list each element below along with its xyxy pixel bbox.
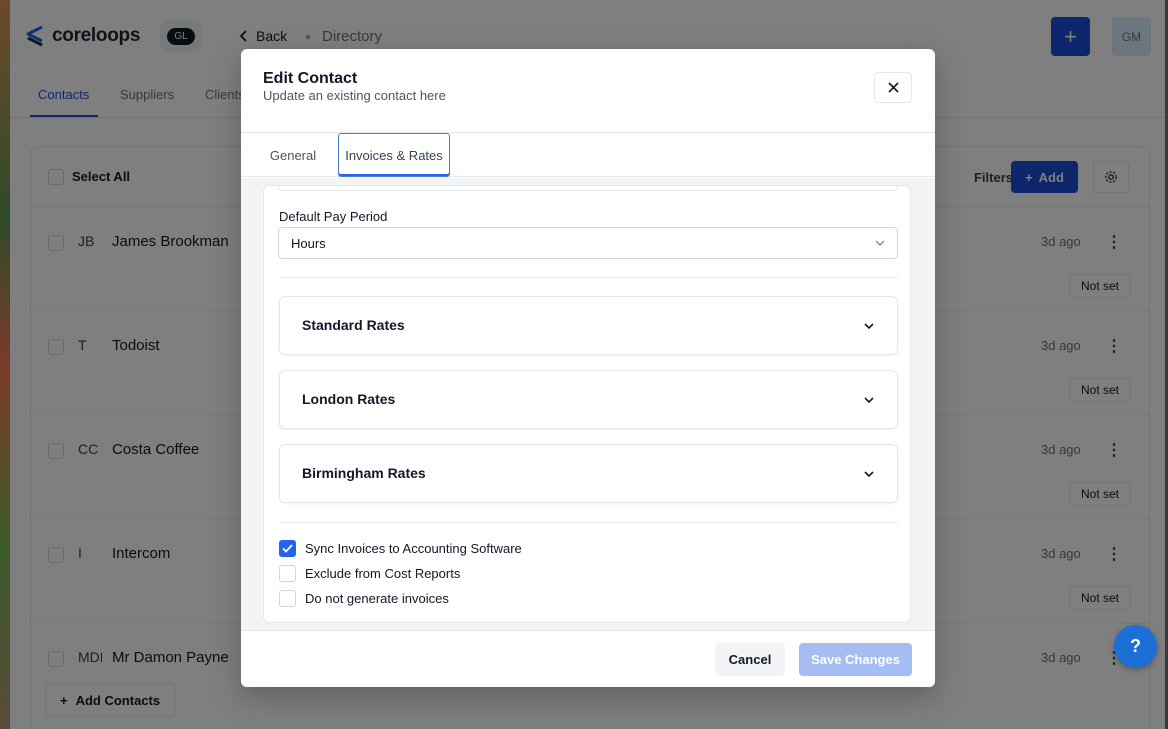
- edit-contact-dialog: Edit Contact Update an existing contact …: [241, 49, 935, 687]
- dialog-title: Edit Contact: [263, 70, 358, 87]
- divider: [279, 277, 898, 278]
- close-button[interactable]: [874, 72, 912, 103]
- tab-invoices-rates[interactable]: Invoices & Rates: [338, 133, 450, 177]
- option-label: Sync Invoices to Accounting Software: [305, 541, 522, 556]
- close-icon: [887, 82, 899, 93]
- dialog-body[interactable]: Default Pay Period Hours Standard Rates …: [241, 178, 935, 630]
- pay-period-value: Hours: [291, 235, 326, 251]
- dialog-subtitle: Update an existing contact here: [263, 88, 446, 103]
- no-invoices-option[interactable]: Do not generate invoices: [279, 590, 449, 607]
- check-icon: [282, 544, 293, 553]
- accordion-label: London Rates: [302, 391, 396, 407]
- dialog-tabs: General Invoices & Rates: [241, 132, 935, 177]
- desktop-background: [0, 0, 10, 729]
- chevron-down-icon: [864, 397, 874, 404]
- divider: [279, 522, 898, 523]
- sync-invoices-option[interactable]: Sync Invoices to Accounting Software: [279, 540, 522, 557]
- save-changes-button[interactable]: Save Changes: [799, 643, 912, 676]
- invoices-rates-card: Default Pay Period Hours Standard Rates …: [263, 185, 911, 623]
- no-invoices-checkbox[interactable]: [279, 590, 296, 607]
- birmingham-rates-accordion[interactable]: Birmingham Rates: [279, 444, 898, 503]
- option-label: Exclude from Cost Reports: [305, 566, 461, 581]
- cancel-button[interactable]: Cancel: [715, 643, 785, 676]
- pay-period-select[interactable]: Hours: [278, 227, 898, 259]
- chevron-down-icon: [875, 240, 885, 246]
- previous-field[interactable]: [278, 186, 898, 191]
- chevron-down-icon: [864, 323, 874, 330]
- london-rates-accordion[interactable]: London Rates: [279, 370, 898, 429]
- chevron-down-icon: [864, 471, 874, 478]
- accordion-label: Standard Rates: [302, 317, 405, 333]
- standard-rates-accordion[interactable]: Standard Rates: [279, 296, 898, 355]
- exclude-cost-reports-option[interactable]: Exclude from Cost Reports: [279, 565, 460, 582]
- option-label: Do not generate invoices: [305, 591, 449, 606]
- sync-invoices-checkbox[interactable]: [279, 540, 296, 557]
- help-button[interactable]: ?: [1114, 625, 1157, 668]
- exclude-cost-reports-checkbox[interactable]: [279, 565, 296, 582]
- dialog-footer: Cancel Save Changes: [241, 630, 935, 687]
- accordion-label: Birmingham Rates: [302, 465, 426, 481]
- pay-period-label: Default Pay Period: [279, 209, 388, 224]
- tab-general[interactable]: General: [261, 133, 325, 177]
- app-window: coreloops GL Back Directory + GM Contact…: [10, 0, 1165, 729]
